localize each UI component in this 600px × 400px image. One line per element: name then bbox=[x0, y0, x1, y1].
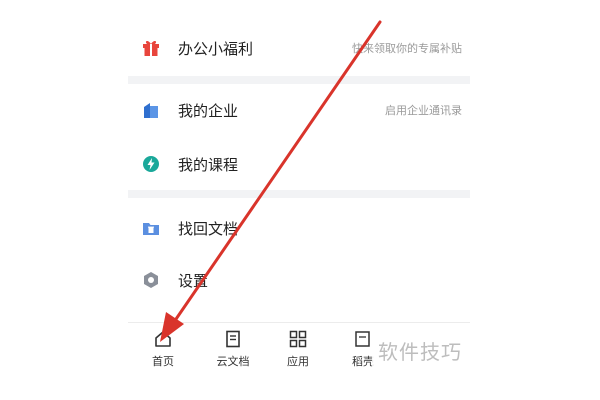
section-divider bbox=[128, 190, 470, 198]
menu-item-settings[interactable]: 设置 bbox=[128, 254, 470, 306]
gift-icon bbox=[141, 38, 161, 58]
menu-item-recover-documents[interactable]: 找回文档 bbox=[128, 202, 470, 254]
building-icon bbox=[141, 100, 161, 120]
menu-item-label: 我的企业 bbox=[178, 101, 239, 120]
tab-label: 云文档 bbox=[216, 355, 250, 368]
folder-trash-icon bbox=[141, 218, 161, 238]
menu-item-label: 我的课程 bbox=[178, 155, 239, 174]
hexagon-gear-icon bbox=[141, 270, 161, 290]
menu-item-office-welfare[interactable]: 办公小福利 快来领取你的专属补贴 bbox=[128, 22, 470, 74]
menu-item-hint: 启用企业通讯录 bbox=[385, 104, 462, 117]
grid-icon bbox=[289, 330, 307, 348]
document-icon bbox=[226, 330, 240, 348]
tab-home[interactable]: 首页 bbox=[128, 323, 198, 371]
menu-item-hint: 快来领取你的专属补贴 bbox=[352, 42, 462, 55]
menu-item-label: 设置 bbox=[178, 271, 209, 290]
lightning-icon bbox=[141, 154, 161, 174]
section-divider bbox=[128, 76, 470, 84]
tab-label: 应用 bbox=[287, 355, 309, 368]
menu-item-label: 办公小福利 bbox=[178, 39, 254, 58]
shell-icon bbox=[355, 331, 370, 347]
tab-cloud-docs[interactable]: 云文档 bbox=[198, 323, 268, 371]
home-icon bbox=[155, 331, 171, 347]
tab-label: 首页 bbox=[152, 355, 174, 368]
watermark: 软件技巧 bbox=[372, 334, 468, 367]
me-page-panel: 办公小福利 快来领取你的专属补贴 我的企业 启用企业通讯录 我的课程 找回文档 … bbox=[128, 0, 470, 370]
menu-item-label: 找回文档 bbox=[178, 219, 239, 238]
menu-item-my-enterprise[interactable]: 我的企业 启用企业通讯录 bbox=[128, 84, 470, 136]
tab-apps[interactable]: 应用 bbox=[263, 323, 333, 371]
menu-item-my-courses[interactable]: 我的课程 bbox=[128, 138, 470, 190]
